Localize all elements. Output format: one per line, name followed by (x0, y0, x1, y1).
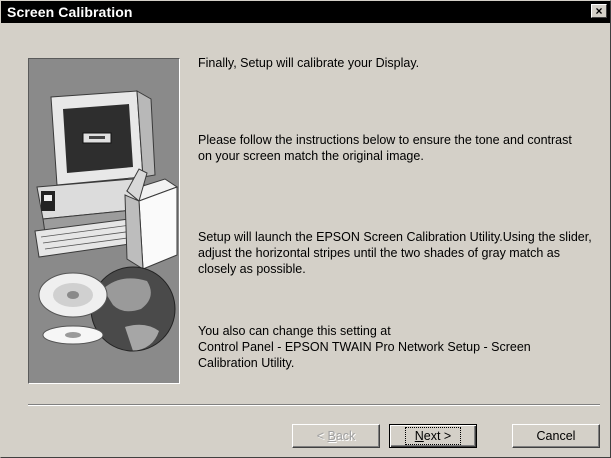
disc-icon (38, 272, 108, 345)
cancel-button[interactable]: Cancel (512, 424, 600, 448)
footer-separator (28, 404, 600, 406)
window-title: Screen Calibration (7, 4, 133, 20)
instructions-text: Please follow the instructions below to … (198, 133, 572, 163)
box-icon (124, 168, 179, 270)
setup-illustration-art (34, 90, 179, 352)
back-button[interactable]: < Back (292, 424, 380, 448)
next-button-label: Next > (404, 427, 462, 445)
settings-location-line2: Control Panel - EPSON TWAIN Pro Network … (198, 340, 531, 370)
setup-dialog: Screen Calibration × Finally, Setup will… (0, 0, 611, 458)
next-button[interactable]: Next > (389, 424, 477, 448)
settings-location-text: You also can change this setting at Cont… (198, 323, 578, 371)
utility-description-text: Setup will launch the EPSON Screen Calib… (198, 230, 592, 276)
title-bar[interactable]: Screen Calibration × (1, 1, 610, 23)
back-button-label: < Back (316, 429, 356, 443)
close-icon: × (595, 4, 603, 18)
globe-icon (90, 266, 176, 352)
cancel-button-label: Cancel (536, 429, 576, 443)
setup-illustration (28, 58, 180, 384)
settings-location-line1: You also can change this setting at (198, 324, 391, 338)
intro-text: Finally, Setup will calibrate your Displ… (198, 56, 420, 70)
close-button[interactable]: × (591, 4, 607, 18)
